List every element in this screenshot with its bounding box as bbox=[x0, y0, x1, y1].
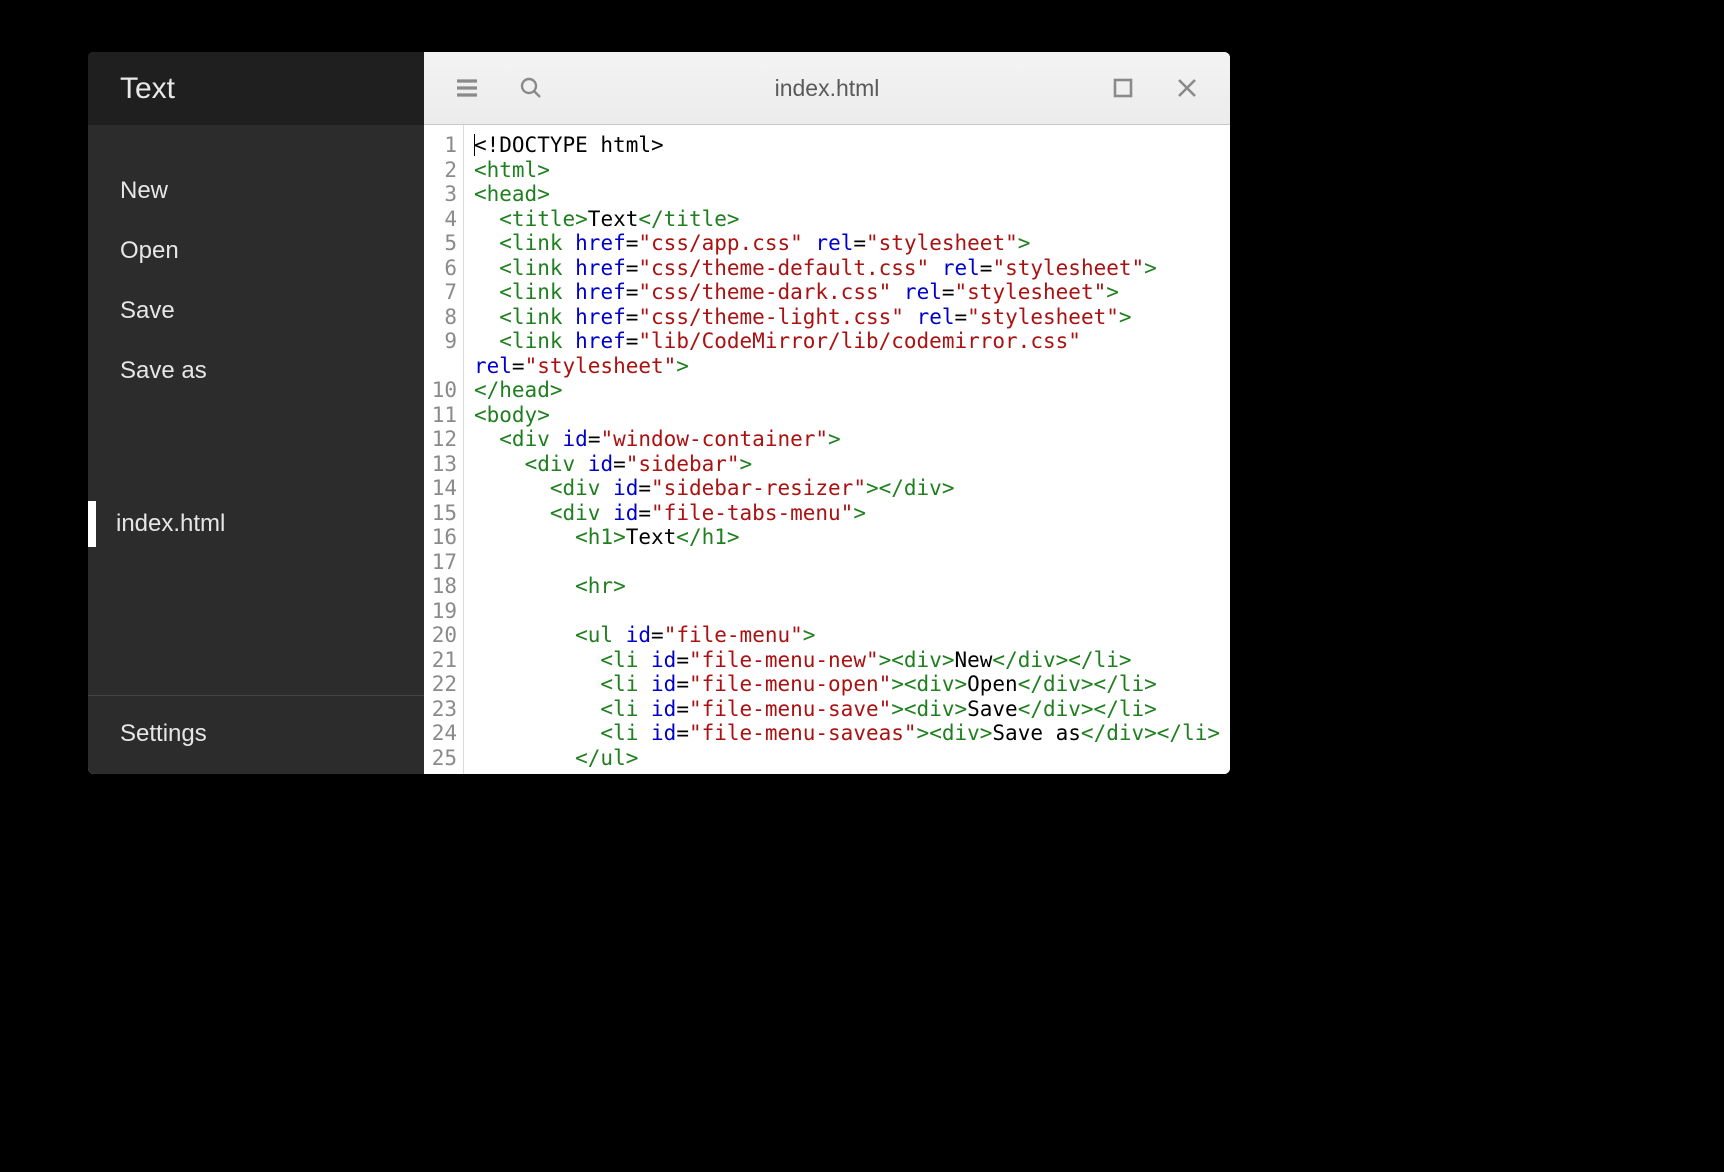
app-window: Text New Open Save Save as index.html Se… bbox=[88, 52, 1230, 774]
editor-toolbar: index.html bbox=[424, 52, 1230, 125]
close-icon[interactable] bbox=[1164, 65, 1210, 111]
settings-button[interactable]: Settings bbox=[88, 695, 424, 774]
editor-area: index.html 1 2 3 4 5 6 7 8 9 10 11 12 13… bbox=[424, 52, 1230, 774]
sidebar: Text New Open Save Save as index.html Se… bbox=[88, 52, 424, 774]
menu-icon[interactable] bbox=[444, 65, 490, 111]
open-file-tab[interactable]: index.html bbox=[88, 491, 424, 557]
search-icon[interactable] bbox=[508, 65, 554, 111]
file-menu-new[interactable]: New bbox=[88, 161, 424, 221]
file-menu-open[interactable]: Open bbox=[88, 221, 424, 281]
file-menu-saveas[interactable]: Save as bbox=[88, 341, 424, 401]
maximize-icon[interactable] bbox=[1100, 65, 1146, 111]
file-menu: New Open Save Save as bbox=[88, 125, 424, 421]
line-number-gutter: 1 2 3 4 5 6 7 8 9 10 11 12 13 14 15 16 1… bbox=[424, 125, 464, 774]
open-files-list: index.html bbox=[88, 421, 424, 695]
code-editor[interactable]: 1 2 3 4 5 6 7 8 9 10 11 12 13 14 15 16 1… bbox=[424, 125, 1230, 774]
current-filename: index.html bbox=[572, 75, 1082, 102]
file-menu-save[interactable]: Save bbox=[88, 281, 424, 341]
app-title: Text bbox=[88, 52, 424, 125]
code-content[interactable]: <!DOCTYPE html><html><head> <title>Text<… bbox=[464, 125, 1230, 774]
